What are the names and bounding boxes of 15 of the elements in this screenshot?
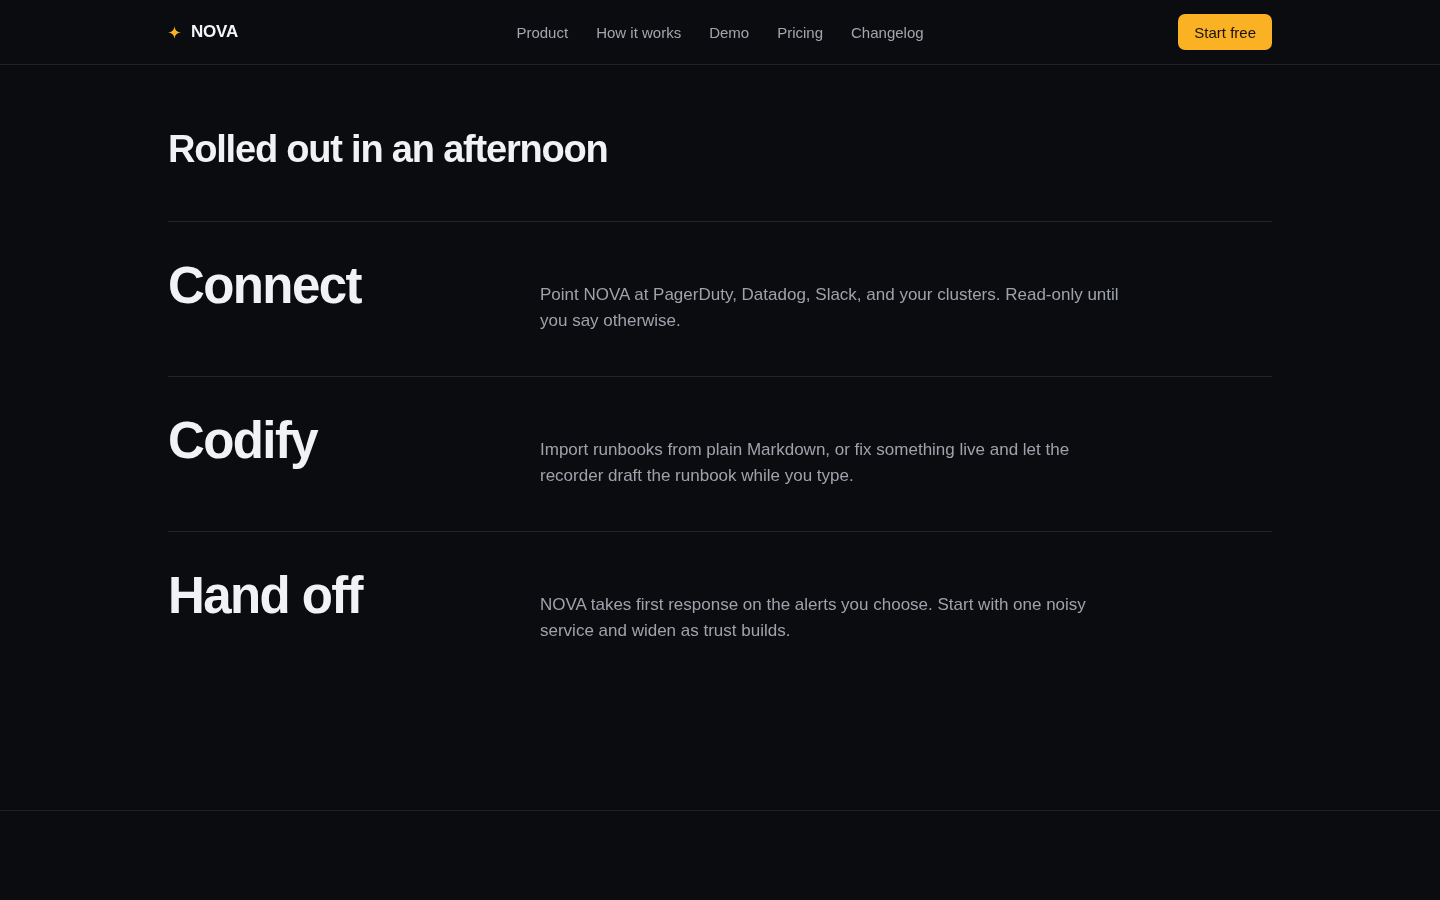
nav-link[interactable]: How it works bbox=[596, 23, 682, 41]
nav-link[interactable]: Product bbox=[516, 23, 569, 41]
sparkle-icon bbox=[168, 25, 181, 39]
brand-name: NOVA bbox=[191, 22, 239, 42]
step-title: Codify bbox=[168, 411, 319, 471]
step-title: Connect bbox=[168, 256, 363, 316]
section-heading: Rolled out in an afternoon bbox=[168, 127, 609, 172]
nav-link[interactable]: Demo bbox=[709, 23, 750, 41]
nav-link[interactable]: Pricing bbox=[777, 23, 823, 41]
step-title: Hand off bbox=[168, 566, 365, 626]
start-free-button[interactable]: Start free bbox=[1178, 14, 1272, 50]
step-description: NOVA takes first response on the alerts you choose. Start with one noisy service and widen as trust builds. bbox=[540, 594, 1087, 642]
step-description: Point NOVA at PagerDuty, Datadog, Slack, and your clusters. Read-only until you say otherwise. bbox=[540, 284, 1120, 332]
nav-link[interactable]: Changelog bbox=[851, 23, 924, 41]
step-description: Import runbooks from plain Markdown, or fix something live and let the recorder draft the runbook while you type. bbox=[540, 439, 1071, 487]
